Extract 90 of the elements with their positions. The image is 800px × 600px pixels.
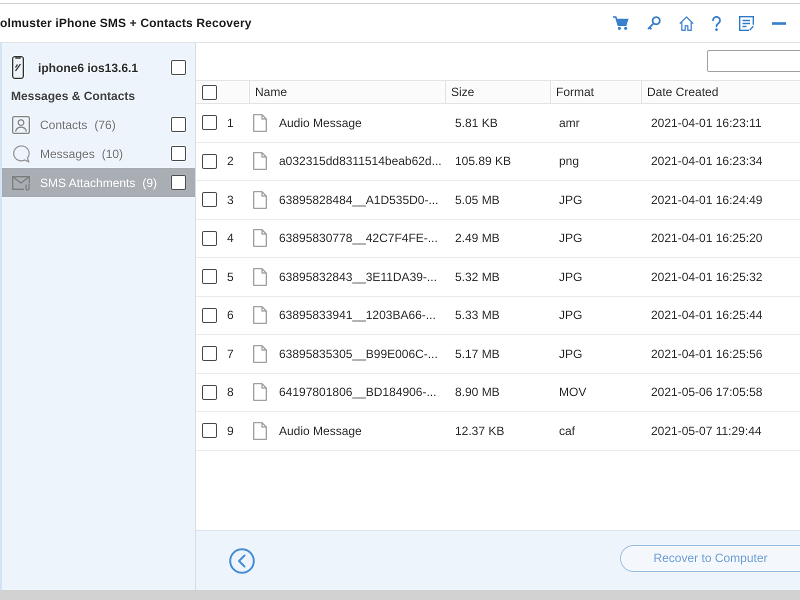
row-number: 1 [227, 116, 234, 130]
file-icon [253, 190, 267, 209]
file-icon [253, 268, 267, 286]
table-cell: JPG [559, 192, 582, 207]
file-icon [253, 229, 267, 248]
home-icon[interactable] [679, 16, 694, 30]
table-cell: 5.32 MB [455, 270, 500, 284]
table-cell: png [559, 154, 580, 168]
table-cell: 8.90 MB [455, 385, 500, 400]
notes-icon[interactable] [739, 16, 754, 30]
table-cell: Audio Message [279, 424, 362, 438]
row-number: 6 [227, 308, 234, 322]
file-icon [253, 306, 267, 324]
row-number: 2 [227, 154, 234, 168]
table-cell: amr [559, 116, 580, 130]
row-number: 3 [227, 192, 234, 207]
checkbox[interactable] [171, 175, 186, 190]
checkbox[interactable] [202, 346, 217, 362]
table-cell: 5.81 KB [455, 116, 498, 130]
checkbox[interactable] [202, 154, 217, 169]
column-header: Size [445, 81, 550, 103]
table-cell: 63895830778__42C7F4FE-... [279, 231, 438, 246]
file-icon [253, 422, 267, 440]
table-cell: 2021-04-01 16:25:20 [651, 231, 762, 246]
key-icon[interactable] [647, 16, 661, 30]
checkbox[interactable] [202, 230, 217, 246]
section-title: Messages & Contacts [11, 88, 136, 104]
column-header: Name [249, 81, 445, 103]
table-cell: caf [559, 424, 576, 438]
row-number: 5 [227, 270, 234, 284]
checkbox[interactable] [202, 308, 217, 323]
table-cell: JPG [559, 270, 582, 284]
sidebar-item[interactable]: SMS Attachments (9) [2, 168, 195, 197]
table-cell: JPG [559, 346, 582, 361]
table-cell: 105.89 KB [455, 154, 512, 168]
table-cell: a032315dd8311514beab62d... [279, 154, 442, 168]
file-icon [253, 114, 267, 132]
table-cell: 2021-04-01 16:23:11 [651, 116, 762, 130]
table-cell: 63895832843__3E11DA39-... [279, 270, 437, 284]
row-number: 4 [227, 231, 234, 246]
phone-icon [12, 56, 24, 79]
table-cell: 2021-04-01 16:25:56 [651, 346, 762, 361]
table-cell: 63895833941__1203BA66-... [279, 308, 436, 322]
checkbox[interactable] [202, 423, 217, 438]
chat-bubble-icon [12, 144, 30, 162]
row-number: 9 [227, 424, 234, 438]
envelope-icon [12, 174, 30, 192]
table-cell: Audio Message [279, 116, 362, 130]
file-icon [253, 152, 267, 170]
table-cell: 5.05 MB [455, 192, 500, 207]
checkbox[interactable] [202, 84, 217, 100]
file-icon [253, 344, 267, 363]
column-header: Date Created [641, 81, 800, 103]
checkbox[interactable] [202, 115, 217, 130]
table-cell: 2021-04-01 16:24:49 [651, 192, 762, 207]
device-name: iphone6 ios13.6.1 [38, 60, 138, 74]
back-icon[interactable] [229, 548, 255, 574]
table-cell: 63895828484__A1D535D0-... [279, 192, 438, 207]
checkbox[interactable] [202, 192, 217, 208]
table-cell: 2021-04-01 16:25:44 [651, 308, 762, 322]
table-cell: MOV [559, 385, 586, 400]
table-cell: JPG [559, 231, 582, 246]
row-number: 7 [227, 346, 234, 361]
checkbox[interactable] [171, 117, 186, 132]
table-cell: JPG [559, 308, 582, 322]
contact-icon [12, 116, 30, 134]
table-cell: 12.37 KB [455, 424, 504, 438]
table-cell: 2021-04-01 16:23:34 [651, 154, 762, 168]
table-cell: 2.49 MB [455, 231, 500, 246]
column-header: Format [550, 81, 641, 103]
table-cell: 64197801806__BD184906-... [279, 385, 436, 400]
checkbox[interactable] [202, 384, 217, 400]
table-cell: 63895835305__B99E006C-... [279, 346, 438, 361]
file-icon [253, 383, 267, 402]
row-number: 8 [227, 385, 234, 400]
table-cell: 2021-04-01 16:25:32 [651, 270, 762, 284]
checkbox[interactable] [171, 60, 186, 75]
table-cell: 2021-05-06 17:05:58 [651, 385, 762, 400]
window-title: olmuster iPhone SMS + Contacts Recovery [0, 16, 252, 30]
minimize-icon[interactable] [772, 22, 786, 24]
table-cell: 5.17 MB [455, 346, 500, 361]
help-icon[interactable] [712, 16, 721, 30]
table-cell: 5.33 MB [455, 308, 500, 322]
checkbox[interactable] [202, 269, 217, 284]
search-field[interactable] [707, 50, 800, 72]
checkbox[interactable] [171, 146, 186, 161]
sidebar-item[interactable]: Messages (10) [2, 139, 195, 168]
sidebar-item[interactable]: Contacts (76) [2, 110, 195, 139]
table-cell: 2021-05-07 11:29:44 [651, 424, 762, 438]
cart-icon[interactable] [613, 16, 629, 30]
